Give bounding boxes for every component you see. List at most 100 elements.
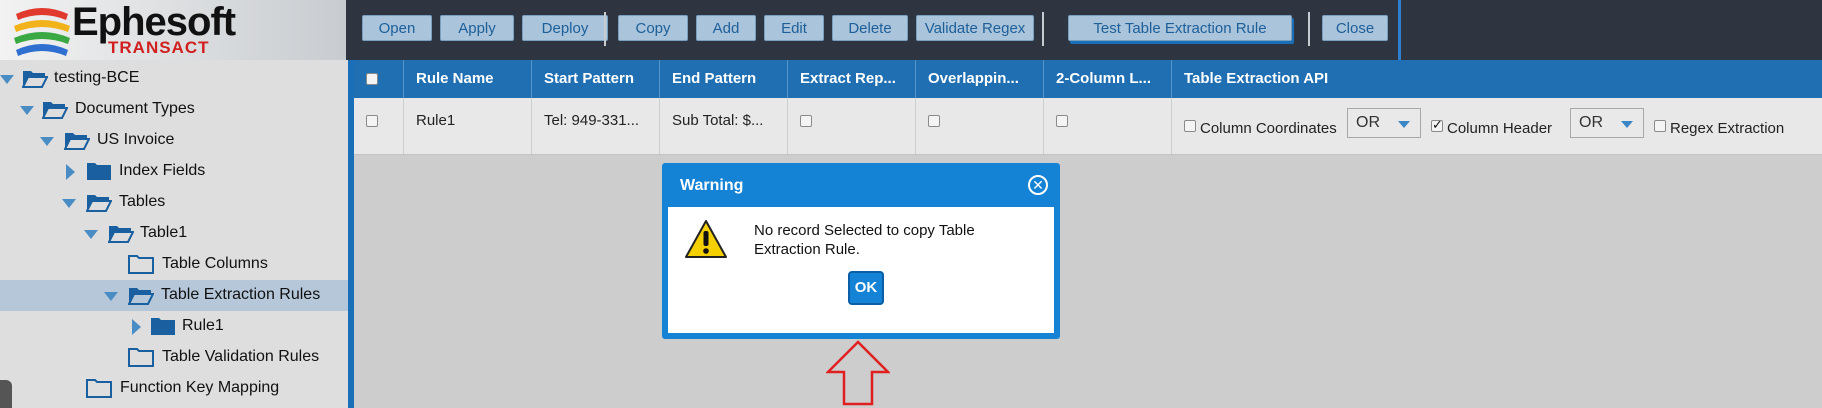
overlapping-cell <box>916 98 1044 154</box>
tree-item-table-columns[interactable]: Table Columns <box>0 249 348 280</box>
folder-empty-icon <box>86 379 112 398</box>
regex-extraction-label: Regex Extraction <box>1670 120 1785 137</box>
open-button[interactable]: Open <box>362 15 432 41</box>
apply-button[interactable]: Apply <box>440 15 514 41</box>
column-header-two-column-layout[interactable]: 2-Column L... <box>1044 60 1172 98</box>
row-select-checkbox[interactable] <box>366 115 378 128</box>
dialog-message: No record Selected to copy Table Extract… <box>754 222 975 258</box>
tree-item-label: testing-BCE <box>54 69 140 86</box>
tree-item-label: Rule1 <box>182 317 224 334</box>
warning-icon <box>685 220 727 258</box>
tree-item-function-key-mapping[interactable]: Function Key Mapping <box>0 373 348 404</box>
column-header-checkbox[interactable] <box>1431 117 1443 133</box>
regex-extraction-checkbox[interactable] <box>1654 120 1666 132</box>
rule-name-cell[interactable]: Rule1 <box>404 98 532 154</box>
collapse-arrow-icon[interactable] <box>66 164 75 180</box>
close-button[interactable]: Close <box>1322 15 1388 41</box>
folder-closed-icon <box>151 318 175 335</box>
tree-item-document-types[interactable]: Document Types <box>0 94 348 125</box>
tree-item-table-extraction-rules[interactable]: Table Extraction Rules <box>0 280 348 311</box>
operator-value: OR <box>1579 114 1603 131</box>
tree-item-label: Function Key Mapping <box>120 379 280 396</box>
toolbar: Open Apply Deploy Copy Add Edit Delete V… <box>346 0 1822 60</box>
ok-button[interactable]: OK <box>848 271 884 305</box>
brand-subtitle: TRANSACT <box>108 38 210 57</box>
operator-select-2[interactable]: OR <box>1570 108 1644 138</box>
folder-open-icon <box>64 133 90 150</box>
expand-arrow-icon[interactable] <box>84 230 98 239</box>
tree-item-label: Table Columns <box>162 255 268 272</box>
toolbar-separator <box>1042 12 1044 46</box>
overlapping-checkbox[interactable] <box>928 115 940 128</box>
folder-open-icon <box>108 226 134 243</box>
column-coordinates-label: Column Coordinates <box>1200 120 1337 137</box>
tree-item-label: Table Extraction Rules <box>161 286 321 303</box>
extract-repeating-checkbox[interactable] <box>800 115 812 128</box>
close-icon[interactable]: ✕ <box>1028 175 1048 195</box>
dropdown-arrow-icon <box>1621 121 1633 128</box>
row-select-cell <box>354 98 404 154</box>
ephesoft-logo-icon <box>14 8 70 56</box>
folder-empty-icon <box>128 255 154 274</box>
two-column-layout-cell <box>1044 98 1172 154</box>
dialog-body: No record Selected to copy Table Extract… <box>668 207 1054 333</box>
column-header-end-pattern[interactable]: End Pattern <box>660 60 788 98</box>
tree-item-index-fields[interactable]: Index Fields <box>0 156 348 187</box>
tree-item-label: Document Types <box>75 100 195 117</box>
end-pattern-cell[interactable]: Sub Total: $... <box>660 98 788 154</box>
expand-arrow-icon[interactable] <box>40 137 54 146</box>
tree-item-rule1[interactable]: Rule1 <box>0 311 348 342</box>
column-coordinates-checkbox[interactable] <box>1184 120 1196 132</box>
warning-dialog: Warning ✕ No record Selected to copy Tab… <box>662 163 1060 339</box>
extract-repeating-cell <box>788 98 916 154</box>
dialog-title: Warning <box>680 177 744 194</box>
toolbar-accent <box>1398 0 1401 60</box>
copy-button[interactable]: Copy <box>618 15 688 41</box>
up-arrow-annotation-icon <box>826 340 890 406</box>
tree-item-label: Index Fields <box>119 162 206 179</box>
expand-arrow-icon[interactable] <box>20 106 34 115</box>
rules-grid: Rule Name Start Pattern End Pattern Extr… <box>354 60 1822 408</box>
table-row[interactable]: Rule1 Tel: 949-331... Sub Total: $... Co… <box>354 98 1822 155</box>
table-extraction-api-cell: Column Coordinates OR Column Header OR R… <box>1172 98 1822 154</box>
select-all-checkbox[interactable] <box>366 73 378 86</box>
tree-item-testing-bce[interactable]: testing-BCE <box>0 63 348 94</box>
delete-button[interactable]: Delete <box>832 15 908 41</box>
collapse-panel-handle[interactable] <box>0 380 12 408</box>
dropdown-arrow-icon <box>1398 121 1410 128</box>
app-logo: Ephesoft TRANSACT <box>0 0 346 60</box>
toolbar-separator <box>604 12 606 46</box>
toolbar-separator <box>1308 12 1310 46</box>
edit-button[interactable]: Edit <box>764 15 824 41</box>
column-header-overlapping[interactable]: Overlappin... <box>916 60 1044 98</box>
add-button[interactable]: Add <box>696 15 756 41</box>
tree-item-table-validation-rules[interactable]: Table Validation Rules <box>0 342 348 373</box>
column-header-start-pattern[interactable]: Start Pattern <box>532 60 660 98</box>
folder-empty-icon <box>128 348 154 367</box>
tree-item-us-invoice[interactable]: US Invoice <box>0 125 348 156</box>
tree-item-table1[interactable]: Table1 <box>0 218 348 249</box>
folder-open-icon <box>128 288 154 305</box>
folder-open-icon <box>42 102 68 119</box>
folder-open-icon <box>86 195 112 212</box>
tree-item-tables[interactable]: Tables <box>0 187 348 218</box>
column-header-extract-repeating[interactable]: Extract Rep... <box>788 60 916 98</box>
column-header-table-extraction-api[interactable]: Table Extraction API <box>1172 60 1822 98</box>
column-header-label: Column Header <box>1447 120 1553 137</box>
folder-closed-icon <box>87 163 111 180</box>
operator-select-1[interactable]: OR <box>1347 108 1421 138</box>
collapse-arrow-icon[interactable] <box>132 319 141 335</box>
start-pattern-cell[interactable]: Tel: 949-331... <box>532 98 660 154</box>
validate-regex-button[interactable]: Validate Regex <box>916 15 1034 41</box>
deploy-button[interactable]: Deploy <box>522 15 608 41</box>
column-header-rule-name[interactable]: Rule Name <box>404 60 532 98</box>
expand-arrow-icon[interactable] <box>104 292 118 301</box>
tree-item-label: US Invoice <box>97 131 175 148</box>
expand-arrow-icon[interactable] <box>62 199 76 208</box>
two-column-layout-checkbox[interactable] <box>1056 115 1068 128</box>
select-all-header <box>354 60 404 98</box>
navigation-tree: testing-BCE Document Types US Invoice In… <box>0 60 348 408</box>
expand-arrow-icon[interactable] <box>0 75 14 84</box>
operator-value: OR <box>1356 114 1380 131</box>
test-table-extraction-rule-button[interactable]: Test Table Extraction Rule <box>1068 15 1292 41</box>
